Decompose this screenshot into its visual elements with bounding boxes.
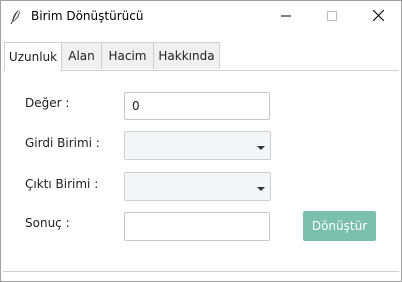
result-label: Sonuç : xyxy=(25,216,70,230)
window-title: Birim Dönüştürücü xyxy=(31,9,144,23)
close-button[interactable] xyxy=(355,1,401,32)
value-input[interactable] xyxy=(124,92,270,120)
minimize-button[interactable] xyxy=(263,1,309,32)
divider xyxy=(3,271,399,272)
chevron-down-icon xyxy=(257,187,265,191)
chevron-down-icon xyxy=(257,146,265,150)
tab-bar: Uzunluk Alan Hacim Hakkında xyxy=(2,42,400,71)
tab-alan[interactable]: Alan xyxy=(61,42,102,69)
app-window: Birim Dönüştürücü Uzunluk Alan Hacim Hak… xyxy=(0,0,402,282)
maximize-icon xyxy=(327,10,337,24)
result-field[interactable] xyxy=(124,212,270,241)
input-unit-label: Girdi Birimi : xyxy=(25,136,100,150)
value-label: Değer : xyxy=(25,96,70,110)
tab-hacim[interactable]: Hacim xyxy=(101,42,154,69)
tab-uzunluk[interactable]: Uzunluk xyxy=(4,42,62,71)
output-unit-label: Çıktı Birimi : xyxy=(25,177,99,191)
feather-icon xyxy=(9,9,23,25)
maximize-button[interactable] xyxy=(309,1,355,32)
close-icon xyxy=(372,9,384,24)
output-unit-combobox[interactable] xyxy=(124,172,271,201)
minimize-icon xyxy=(281,10,291,24)
convert-button[interactable]: Dönüştür xyxy=(303,211,376,241)
tab-hakkinda[interactable]: Hakkında xyxy=(153,42,220,69)
title-bar[interactable]: Birim Dönüştürücü xyxy=(1,1,401,32)
input-unit-combobox[interactable] xyxy=(124,131,271,160)
